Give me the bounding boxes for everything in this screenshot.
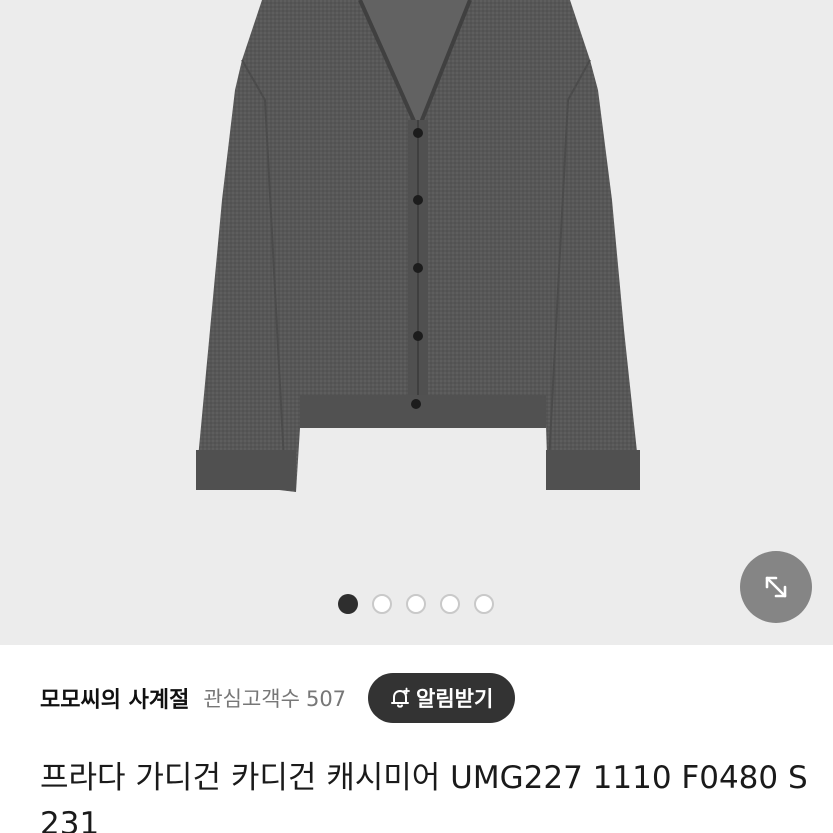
carousel-dot-1[interactable] — [338, 594, 358, 614]
carousel-dot-4[interactable] — [440, 594, 460, 614]
carousel-indicator — [338, 594, 494, 614]
expand-arrows-icon — [765, 576, 787, 598]
expand-image-button[interactable] — [740, 551, 812, 623]
carousel-dot-2[interactable] — [372, 594, 392, 614]
product-image[interactable] — [0, 0, 833, 645]
product-detail-page: 모모씨의 사계절 관심고객수 507 알림받기 프라다 가디건 카디건 캐시미어 … — [0, 0, 833, 833]
notify-button[interactable]: 알림받기 — [368, 673, 516, 723]
carousel-dot-3[interactable] — [406, 594, 426, 614]
follower-info: 관심고객수 507 — [203, 683, 346, 713]
notify-label: 알림받기 — [416, 687, 494, 711]
shop-info-row: 모모씨의 사계절 관심고객수 507 알림받기 — [40, 665, 793, 731]
follower-label: 관심고객수 — [203, 687, 300, 711]
carousel-dot-5[interactable] — [474, 594, 494, 614]
product-title: 프라다 가디건 카디건 캐시미어 UMG227 1110 F0480 S 231 — [40, 760, 808, 833]
shop-name[interactable]: 모모씨의 사계절 — [40, 682, 189, 714]
cardigan-illustration — [0, 0, 833, 645]
follower-count: 507 — [305, 687, 347, 711]
bell-plus-icon — [391, 687, 410, 708]
